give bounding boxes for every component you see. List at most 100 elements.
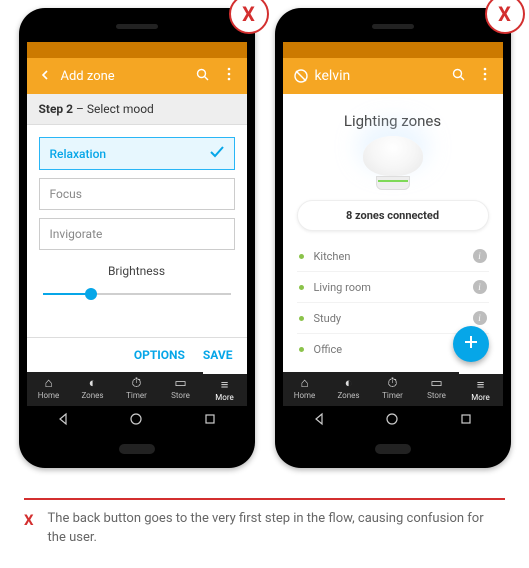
hero: Lighting zones [297,104,489,192]
tab-more[interactable]: ≡More [203,372,247,406]
info-icon[interactable]: i [473,311,487,325]
zone-name: Study [314,312,473,325]
tab-label: More [203,393,247,402]
bottom-tabs: ⌂Home ◐Zones ⏱Timer ▭Store ≡More [27,372,247,406]
android-nav [283,406,503,434]
dont-badge-right: X [485,0,525,34]
screen-left: Add zone Step 2 – Select mood Relaxation [27,42,247,434]
app-bar: kelvin [283,58,503,94]
status-bar [27,42,247,58]
android-nav [27,406,247,434]
phone-homebar [119,444,155,454]
brand-name: kelvin [315,68,351,84]
plus-icon [463,334,479,350]
zone-row-kitchen[interactable]: Kitcheni [297,241,489,272]
save-button[interactable]: SAVE [203,348,233,362]
content-left: Relaxation Focus Invigorate Brightness [27,125,247,337]
tab-home[interactable]: ⌂Home [283,372,327,406]
bulb-icon: ◐ [71,377,115,391]
home-icon: ⌂ [283,377,327,391]
tab-more[interactable]: ≡More [459,372,503,406]
bottom-tabs: ⌂Home ◐Zones ⏱Timer ▭Store ≡More [283,372,503,406]
zone-row-livingroom[interactable]: Living roomi [297,272,489,303]
status-bar [283,42,503,58]
status-dot [299,347,304,352]
timer-icon: ⏱ [115,377,159,391]
comparison-stage: X Add zone Step 2 – Select mood [0,8,529,468]
mood-option-invigorate[interactable]: Invigorate [39,218,235,250]
nav-back-icon[interactable] [312,412,326,429]
zone-name: Living room [314,281,473,294]
phone-left: X Add zone Step 2 – Select mood [19,8,255,468]
slider-fill [43,293,92,295]
nav-home-icon[interactable] [385,412,399,429]
option-label: Focus [50,187,82,201]
tab-home[interactable]: ⌂Home [27,372,71,406]
tab-timer[interactable]: ⏱Timer [371,372,415,406]
tab-zones[interactable]: ◐Zones [327,372,371,406]
content-right: Lighting zones 8 zones connected Kitchen… [283,94,503,372]
nav-recent-icon[interactable] [203,412,217,429]
overflow-icon[interactable] [221,67,237,85]
add-zone-fab[interactable] [453,326,489,362]
info-icon[interactable]: i [473,249,487,263]
nav-back-icon[interactable] [56,412,70,429]
home-icon: ⌂ [27,377,71,391]
more-icon: ≡ [203,379,247,393]
dont-badge-left: X [229,0,269,34]
step-number: Step 2 [39,102,74,116]
action-bar: OPTIONS SAVE [27,337,247,372]
tab-label: Zones [327,391,371,400]
tab-label: Home [283,391,327,400]
appbar-title: Add zone [53,69,185,84]
tab-label: Timer [115,391,159,400]
phone-homebar [375,444,411,454]
status-dot [299,285,304,290]
zone-name: Office [314,343,473,356]
info-icon[interactable]: i [473,280,487,294]
tab-store[interactable]: ▭Store [415,372,459,406]
app-bar: Add zone [27,58,247,94]
tab-zones[interactable]: ◐Zones [71,372,115,406]
options-button[interactable]: OPTIONS [134,348,185,362]
divider-line [24,498,505,500]
search-icon[interactable] [451,68,467,85]
bulb-icon: ◐ [327,377,371,391]
tab-store[interactable]: ▭Store [159,372,203,406]
more-icon: ≡ [459,379,503,393]
caption: X The back button goes to the very first… [24,510,505,548]
search-icon[interactable] [195,68,211,85]
tab-label: More [459,393,503,402]
step-header: Step 2 – Select mood [27,94,247,125]
option-label: Relaxation [50,147,107,161]
phone-speaker [116,24,158,29]
brightness-slider[interactable] [43,284,231,304]
tab-label: Home [27,391,71,400]
checkmark-icon [210,146,224,161]
dont-marker: X [24,510,34,548]
tab-timer[interactable]: ⏱Timer [115,372,159,406]
step-desc: – Select mood [73,102,154,116]
slider-thumb[interactable] [85,288,97,300]
tab-label: Zones [71,391,115,400]
zone-name: Kitchen [314,250,473,263]
tab-label: Timer [371,391,415,400]
caption-area: X The back button goes to the very first… [0,468,529,548]
zones-connected-pill[interactable]: 8 zones connected [297,200,489,231]
tab-label: Store [159,391,203,400]
timer-icon: ⏱ [371,377,415,391]
nav-home-icon[interactable] [129,412,143,429]
status-dot [299,316,304,321]
back-icon[interactable] [37,68,53,84]
phone-speaker [372,24,414,29]
option-label: Invigorate [50,227,103,241]
hero-title: Lighting zones [297,112,489,130]
nav-recent-icon[interactable] [459,412,473,429]
overflow-icon[interactable] [477,67,493,85]
brightness-label: Brightness [39,264,235,278]
store-icon: ▭ [159,377,203,391]
phone-right: X kelvin Lighting zones [275,8,511,468]
mood-option-relaxation[interactable]: Relaxation [39,137,235,170]
caption-text: The back button goes to the very first s… [48,510,505,548]
mood-option-focus[interactable]: Focus [39,178,235,210]
